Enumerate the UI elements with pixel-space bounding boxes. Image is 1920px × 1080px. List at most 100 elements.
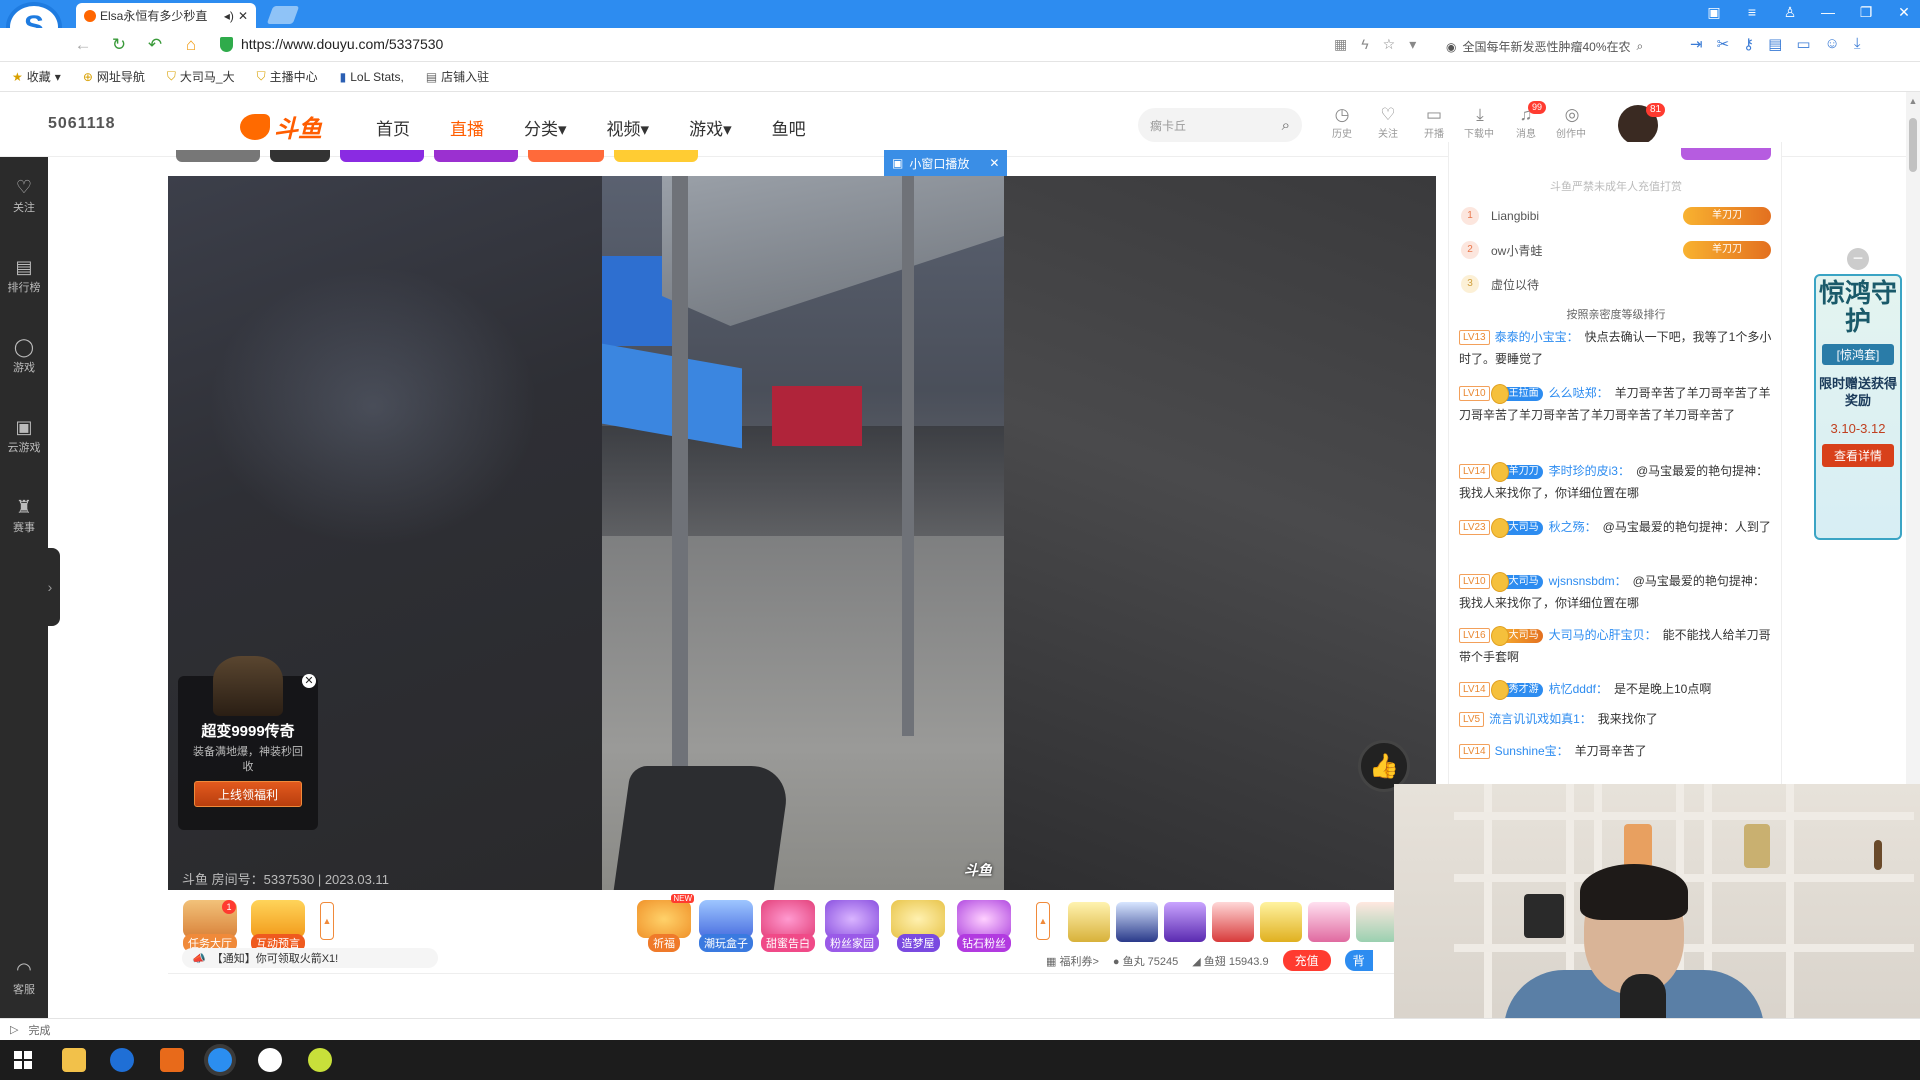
chevron-down-icon[interactable]: ▾ (1409, 36, 1416, 53)
browser-app-icon[interactable] (110, 1048, 134, 1072)
toy-box-button[interactable]: 潮玩盒子 (696, 900, 756, 952)
file-explorer-icon[interactable] (62, 1048, 86, 1072)
search-input[interactable]: 瘸卡丘 ⌕ (1138, 108, 1302, 142)
rank-row[interactable]: 1 Liangbibi 羊刀刀 (1461, 204, 1771, 228)
tab-close-icon[interactable]: ✕ (238, 9, 248, 23)
window-icon[interactable]: ▭ (1796, 35, 1810, 53)
confession-button[interactable]: 甜蜜告白 (758, 900, 818, 952)
minimize-icon[interactable]: — (1820, 4, 1836, 21)
lightning-icon[interactable]: ϟ (1361, 36, 1368, 53)
category-pill[interactable] (340, 150, 424, 162)
sogou-browser-icon[interactable] (208, 1048, 232, 1072)
home-icon[interactable]: ⌂ (182, 35, 200, 55)
gift-rocket-icon[interactable] (1116, 902, 1158, 942)
task-hall-button[interactable]: 任务大厅 1 (180, 900, 240, 952)
backpack-button[interactable]: 背 (1344, 950, 1373, 971)
welfare-link[interactable]: ▦ 福利券> (1046, 953, 1099, 969)
video-player[interactable]: 斗鱼 斗鱼 房间号：5337530 | 2023.03.11 👍 (168, 176, 1436, 890)
close-icon[interactable]: ✕ (302, 674, 316, 688)
chat-nick[interactable]: 杭忆dddf： (1549, 682, 1608, 696)
history-button[interactable]: ◷ 历史 (1326, 105, 1358, 155)
video-frame[interactable]: 斗鱼 (602, 176, 1004, 890)
qrcode-icon[interactable]: ▦ (1334, 36, 1347, 53)
scroll-thumb[interactable] (1909, 118, 1917, 172)
recharge-button[interactable]: 充值 (1282, 950, 1331, 971)
news-text[interactable]: 全国每年新发恶性肿瘤40%在农 (1462, 38, 1630, 55)
scroll-up-icon[interactable]: ▲ (1906, 96, 1920, 106)
douyu-logo[interactable]: 斗鱼 (240, 109, 322, 144)
search-icon[interactable]: ⌕ (1637, 39, 1644, 54)
skin-icon[interactable]: ♙ (1782, 4, 1798, 21)
promo-banner[interactable]: 惊鸿守护 [惊鸿套] 限时赠送获得奖励 3.10-3.12 查看详情 (1814, 274, 1902, 540)
chat-nick[interactable]: 泰泰的小宝宝： (1495, 330, 1579, 344)
diamond-fan-button[interactable]: 钻石粉丝 (954, 900, 1014, 952)
star-icon[interactable]: ☆ (1383, 36, 1396, 53)
expand-tools-button[interactable]: ▲ (320, 902, 334, 940)
bookmark-item[interactable]: ▤ 店铺入驻 (426, 68, 489, 85)
url-field[interactable]: https://www.douyu.com/5337530 (220, 36, 443, 52)
game-app-icon[interactable] (160, 1048, 184, 1072)
prediction-button[interactable]: 互动预言 (248, 900, 308, 952)
browser-tab[interactable]: Elsa永恒有多少秒直 ◂) ✕ (76, 3, 256, 28)
key-icon[interactable]: ⚷ (1743, 35, 1754, 53)
rail-ranking[interactable]: ▤ 排行榜 (0, 255, 48, 295)
notice-bar[interactable]: 📣 【通知】你可领取火箭X1! (182, 948, 438, 968)
start-live-button[interactable]: ▭ 开播 (1418, 105, 1450, 155)
category-pill[interactable] (528, 150, 604, 162)
nav-category[interactable]: 分类▾ (524, 115, 567, 140)
rank-row[interactable]: 2 ow小青蛙 羊刀刀 (1461, 238, 1771, 262)
maximize-icon[interactable]: ❐ (1858, 4, 1874, 21)
category-pill[interactable] (434, 150, 518, 162)
translate-icon[interactable]: ▤ (1768, 35, 1782, 53)
search-icon[interactable]: ⌕ (1282, 117, 1290, 134)
close-window-icon[interactable]: ✕ (1896, 4, 1912, 21)
promo-details-button[interactable]: 查看详情 (1822, 444, 1894, 467)
emoji-icon[interactable]: ☺ (1825, 35, 1840, 53)
nav-home[interactable]: 首页 (376, 115, 410, 140)
rail-expand-button[interactable]: › (40, 548, 60, 626)
chat-nick[interactable]: wjsnsnsbdm： (1549, 574, 1627, 588)
prayer-button[interactable]: 祈福 NEW (634, 894, 694, 952)
bookmark-favorites[interactable]: ★ 收藏 ▾ (12, 68, 61, 85)
chat-nick[interactable]: 么么哒郑： (1549, 386, 1609, 400)
category-pill[interactable] (614, 150, 698, 162)
category-pill[interactable] (270, 150, 330, 162)
rail-cloud-games[interactable]: ▣ 云游戏 (0, 415, 48, 455)
follow-button[interactable]: ♡ 关注 (1372, 105, 1404, 155)
chat-top-pill[interactable] (1681, 148, 1771, 160)
qq-icon[interactable] (258, 1048, 282, 1072)
gift-plane-icon[interactable] (1212, 902, 1254, 942)
bookmark-item[interactable]: ⊕ 网址导航 (83, 68, 145, 85)
chat-nick[interactable]: 李时珍的皮i3： (1549, 464, 1630, 478)
mini-player-button[interactable]: ▣ 小窗口播放 ✕ (884, 150, 1008, 176)
rail-events[interactable]: ♜ 赛事 (0, 495, 48, 535)
bookmark-item[interactable]: ⛉ 主播中心 (257, 68, 318, 85)
ad-claim-button[interactable]: 上线领福利 (194, 781, 302, 807)
rail-games[interactable]: ◯ 游戏 (0, 335, 48, 375)
chat-nick[interactable]: 秋之殇： (1549, 520, 1597, 534)
refresh-icon[interactable]: ↻ (110, 35, 128, 55)
login-icon[interactable]: ⇥ (1690, 35, 1703, 53)
close-icon[interactable]: ✕ (989, 156, 999, 170)
sidebar-toggle-icon[interactable]: ▣ (1706, 4, 1722, 21)
gift-card-icon[interactable] (1308, 902, 1350, 942)
ad-card[interactable]: ✕ 超变9999传奇 装备满地爆，神装秒回收 上线领福利 (178, 656, 318, 830)
nav-video[interactable]: 视频▾ (607, 115, 650, 140)
chat-nick[interactable]: Sunshine宝： (1495, 744, 1569, 758)
speaker-icon[interactable]: ◂) (224, 9, 234, 23)
bookmark-item[interactable]: ▮ LoL Stats, (340, 70, 404, 84)
green-app-icon[interactable] (308, 1048, 332, 1072)
scissors-icon[interactable]: ✂ (1717, 35, 1730, 53)
nav-yuba[interactable]: 鱼吧 (772, 115, 806, 140)
promo-collapse-button[interactable]: − (1847, 248, 1869, 270)
nav-games[interactable]: 游戏▾ (689, 115, 732, 140)
expand-activities-button[interactable]: ▲ (1036, 902, 1050, 940)
bookmark-item[interactable]: ⛉ 大司马_大 (167, 68, 235, 85)
fan-home-button[interactable]: 粉丝家园 (822, 900, 882, 952)
download-icon[interactable]: ⤓ (1854, 35, 1861, 53)
url-text[interactable]: https://www.douyu.com/5337530 (241, 36, 443, 52)
menu-icon[interactable]: ≡ (1744, 4, 1760, 21)
news-ticker[interactable]: ◉ 全国每年新发恶性肿瘤40%在农 ⌕ (1446, 38, 1643, 55)
back-icon[interactable]: ← (74, 35, 92, 55)
status-toggle-icon[interactable]: ▷ (10, 1023, 18, 1036)
